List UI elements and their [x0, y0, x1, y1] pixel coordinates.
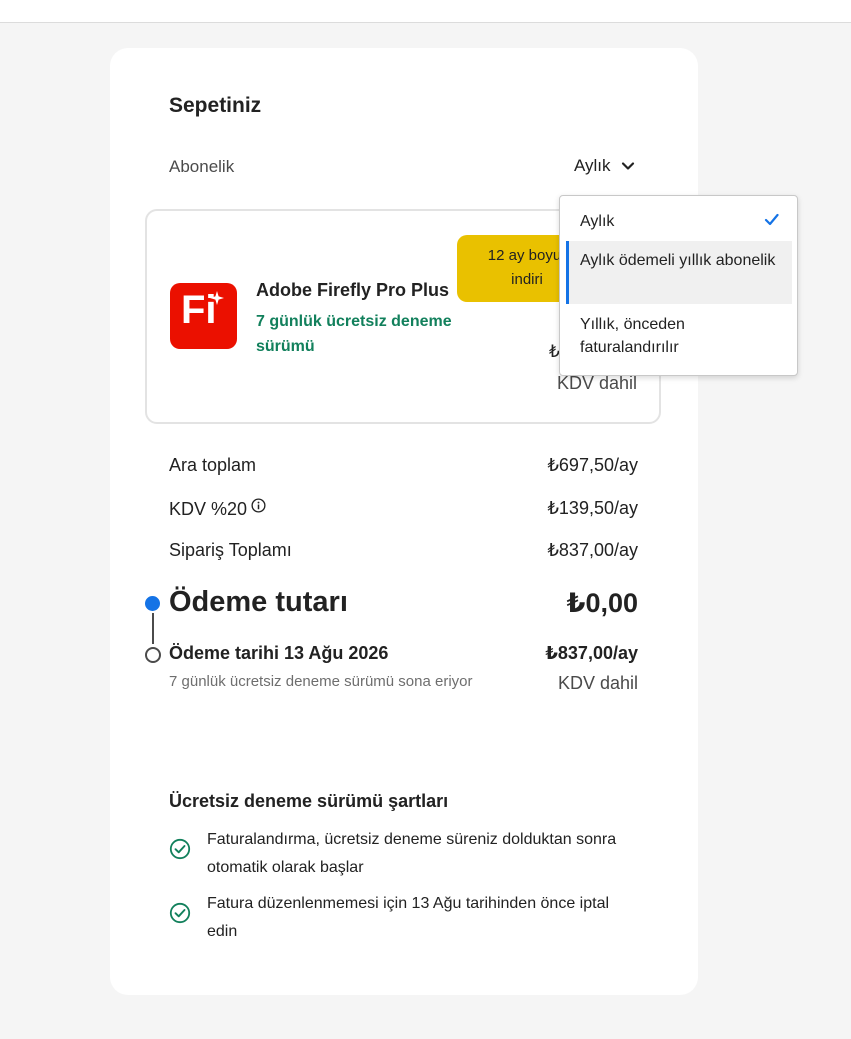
sparkle-icon: [210, 291, 224, 305]
terms-item-text: Fatura düzenlenmemesi için 13 Ağu tarihi…: [207, 895, 610, 940]
order-total-label: Sipariş Toplamı: [169, 540, 292, 560]
vat-label: KDV %20: [169, 499, 248, 519]
timeline-line: [152, 613, 154, 644]
subscription-select[interactable]: Aylık: [574, 156, 635, 176]
cart-title: Sepetiniz: [169, 94, 262, 117]
timeline-dot-future: [145, 647, 161, 663]
vat-value: ₺139,50/ay: [547, 498, 638, 518]
terms-item: Faturalandırma, ücretsiz deneme süreniz …: [169, 826, 629, 882]
payment-value: ₺0,00: [566, 588, 638, 618]
subscription-dropdown-menu: Aylık Aylık ödemeli yıllık abonelik Yıll…: [559, 195, 798, 376]
terms-title: Ücretsiz deneme sürümü şartları: [169, 791, 449, 811]
subscription-label: Abonelik: [169, 157, 235, 176]
payment-date-value: ₺837,00/ay: [545, 643, 638, 663]
option-annual-prepaid[interactable]: Yıllık, önceden faturalandırılır: [566, 313, 792, 359]
firefly-logo: Fi: [170, 283, 237, 349]
check-circle-icon: [169, 838, 191, 860]
chevron-down-icon: [621, 162, 634, 170]
subtotal-value: ₺697,50/ay: [547, 455, 638, 475]
checkmark-icon: [764, 213, 779, 226]
order-total-value: ₺837,00/ay: [547, 540, 638, 560]
option-annual-paid-monthly[interactable]: Aylık ödemeli yıllık abonelik: [566, 241, 792, 304]
check-circle-icon: [169, 902, 191, 924]
subscription-selected-value: Aylık: [574, 156, 611, 175]
terms-item-text: Faturalandırma, ücretsiz deneme süreniz …: [207, 831, 617, 876]
vat-row: KDV %20: [169, 498, 266, 520]
payment-title: Ödeme tutarı: [169, 586, 348, 618]
trial-label: 7 günlük ücretsiz deneme sürümü: [256, 313, 452, 355]
product-name: Adobe Firefly Pro Plus: [256, 280, 450, 300]
payment-date-title: Ödeme tarihi 13 Ağu 2026: [169, 643, 389, 663]
product-vat-label: KDV dahil: [557, 373, 638, 393]
info-icon[interactable]: [251, 498, 266, 513]
terms-item: Fatura düzenlenmemesi için 13 Ağu tarihi…: [169, 890, 629, 946]
trial-end-note: 7 günlük ücretsiz deneme sürümü sona eri…: [169, 673, 473, 690]
top-bar: [0, 0, 851, 23]
timeline-dot-active: [145, 596, 160, 611]
option-monthly[interactable]: Aylık: [566, 210, 792, 233]
payment-vat-label: KDV dahil: [557, 673, 638, 693]
subtotal-label: Ara toplam: [169, 455, 257, 475]
